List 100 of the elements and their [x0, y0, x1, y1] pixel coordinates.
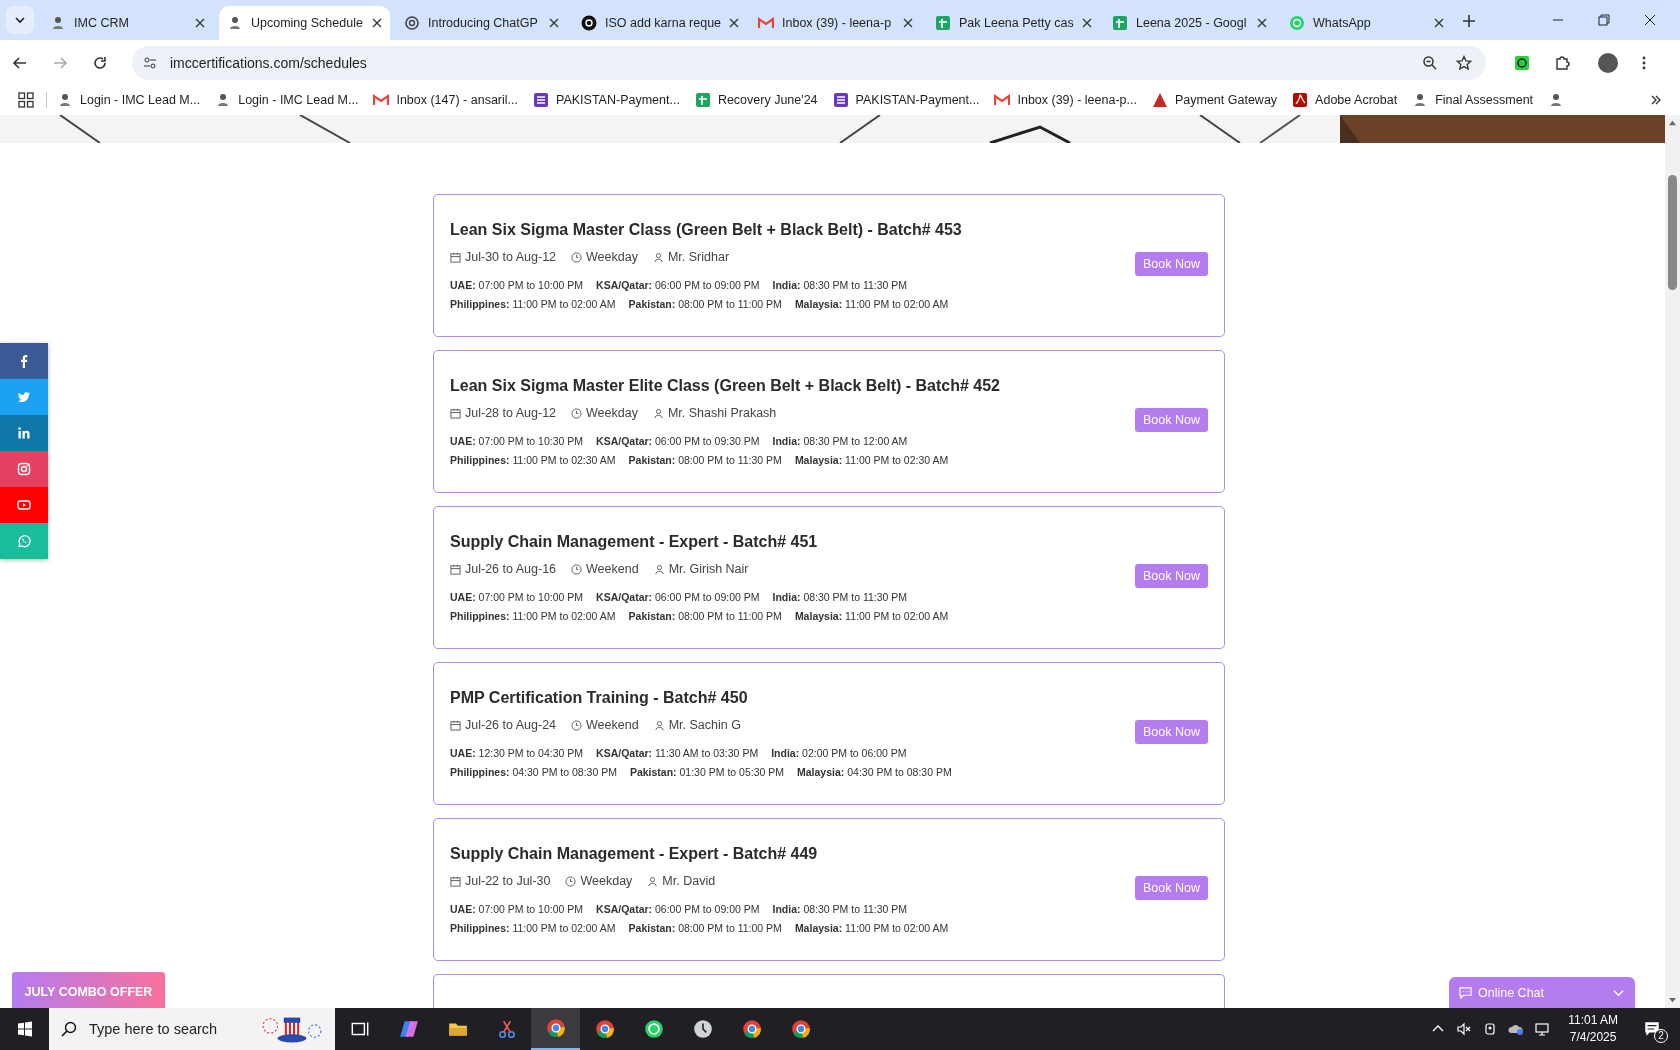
chrome-icon	[789, 1018, 812, 1040]
browser-tab[interactable]: Pak Leena Petty cas	[927, 6, 1098, 40]
close-icon[interactable]	[729, 18, 740, 28]
scrollbar[interactable]	[1665, 115, 1680, 1008]
browser-tab[interactable]: Introducing ChatGP	[396, 6, 567, 40]
scrollbar-thumb[interactable]	[1668, 175, 1677, 290]
social-button[interactable]	[0, 451, 48, 487]
timezone-time: UAE: 12:30 PM to 04:30 PM	[450, 747, 584, 759]
apps-grid-icon[interactable]	[18, 92, 34, 108]
clock-icon	[571, 251, 583, 263]
close-icon[interactable]	[1081, 18, 1092, 28]
zoom-icon[interactable]	[1422, 54, 1438, 71]
date-range: Jul-30 to Aug-12	[465, 250, 557, 264]
timezone-time: UAE: 07:00 PM to 10:00 PM	[450, 591, 584, 603]
close-icon[interactable]	[1257, 18, 1267, 28]
taskbar-search-field[interactable]: Type here to search	[49, 1008, 335, 1050]
chevron-down-icon	[14, 14, 26, 26]
bookmark[interactable]: Payment Gateway	[1151, 92, 1278, 108]
timezone-time: Philippines: 11:00 PM to 02:30 AM	[450, 454, 616, 466]
more-bookmarks-icon[interactable]	[1650, 94, 1662, 106]
browser-tab[interactable]: ISO add karna reque	[573, 6, 744, 40]
trainer-name: Mr. Shashi Prakash	[667, 406, 777, 420]
browser-tab[interactable]: Leena 2025 - Googl	[1104, 6, 1275, 40]
trainer-name: Mr. Sachin G	[668, 718, 741, 732]
browser-tab[interactable]: IMC CRM	[42, 6, 213, 40]
puzzle-icon[interactable]	[1554, 54, 1570, 71]
mascot-icon	[50, 15, 66, 31]
scroll-down-icon[interactable]	[1668, 997, 1677, 1004]
scroll-up-icon[interactable]	[1668, 119, 1677, 126]
schedule-type: Weekend	[586, 562, 639, 576]
reload-icon[interactable]	[92, 54, 108, 71]
close-icon[interactable]	[903, 18, 913, 28]
swirl-icon	[404, 15, 420, 31]
person-icon	[653, 719, 665, 731]
bookmark[interactable]: Recovery June'24	[694, 92, 818, 108]
muted-speaker-icon[interactable]	[1456, 1021, 1473, 1037]
timezone-time: India: 08:30 PM to 12:00 AM	[772, 435, 908, 447]
course-title: PMP Certification Training - Batch# 450	[450, 689, 749, 707]
timezone-time: Malaysia: 11:00 PM to 02:00 AM	[794, 922, 949, 934]
schedule-type: Weekend	[586, 718, 639, 732]
bookmark[interactable]: Adobe Acrobat	[1292, 92, 1398, 108]
close-icon[interactable]	[195, 18, 205, 28]
form-icon	[533, 92, 549, 108]
mail-icon	[373, 92, 390, 108]
calendar-icon	[450, 875, 461, 887]
browser-tab[interactable]: WhatsApp	[1281, 6, 1452, 40]
timezone-time: KSA/Qatar: 11:30 AM to 03:30 PM	[596, 747, 759, 759]
timezone-time: Pakistan: 08:00 PM to 11:00 PM	[628, 610, 782, 622]
timezone-time: KSA/Qatar: 06:00 PM to 09:00 PM	[596, 591, 760, 603]
bookmark[interactable]: PAKISTAN-Payment...	[533, 92, 680, 108]
close-icon[interactable]	[372, 18, 382, 28]
person-icon	[647, 875, 659, 887]
close-icon[interactable]	[1434, 18, 1444, 28]
timezone-time: India: 02:00 PM to 06:00 PM	[771, 747, 907, 759]
social-button[interactable]	[0, 343, 48, 379]
social-button[interactable]	[0, 379, 48, 415]
bookmark[interactable]: Login - IMC Lead M...	[57, 92, 201, 108]
chat-icon	[1289, 15, 1305, 31]
swirl-icon	[581, 15, 597, 31]
social-button[interactable]	[0, 487, 48, 523]
tab-search-button[interactable]	[6, 6, 34, 34]
network-icon[interactable]	[1534, 1021, 1551, 1037]
back-icon[interactable]	[12, 54, 28, 71]
social-button[interactable]	[0, 415, 48, 451]
restore-icon[interactable]	[1598, 14, 1610, 26]
bookmark[interactable]: Inbox (147) - ansaril...	[373, 92, 518, 108]
notification-count: 2	[1654, 1029, 1668, 1043]
spreadsheet-icon	[1112, 15, 1128, 31]
new-tab-icon[interactable]	[1462, 14, 1476, 28]
browser-tab[interactable]: Inbox (39) - leena-p	[750, 6, 921, 40]
clock-icon	[571, 719, 583, 731]
timezone-time: UAE: 07:00 PM to 10:30 PM	[450, 435, 584, 447]
timezone-time: Pakistan: 01:30 PM to 05:30 PM	[629, 766, 784, 778]
timezone-time: Philippines: 11:00 PM to 02:00 AM	[450, 298, 616, 310]
extension-icon[interactable]	[1514, 54, 1530, 71]
close-icon[interactable]	[549, 18, 559, 28]
bookmark[interactable]: Login - IMC Lead M...	[215, 92, 359, 108]
timezone-time: Malaysia: 11:00 PM to 02:00 AM	[794, 298, 949, 310]
address-bar[interactable]: imccertifications.com/schedules	[132, 45, 1486, 80]
schedule-type: Weekday	[580, 874, 633, 888]
clock-icon	[571, 563, 583, 575]
star-icon[interactable]	[1456, 54, 1472, 71]
mascot-icon	[227, 15, 243, 31]
person-icon	[653, 563, 665, 575]
clock-icon	[571, 407, 583, 419]
trainer-name: Mr. Sridhar	[667, 250, 730, 264]
timezone-time: Malaysia: 11:00 PM to 02:30 AM	[794, 454, 949, 466]
bookmark[interactable]: PAKISTAN-Payment...	[832, 92, 980, 108]
bookmark[interactable]: Final Assessment	[1412, 92, 1534, 108]
notification-button[interactable]: 2	[1634, 1015, 1670, 1043]
whatsapp-icon	[17, 534, 31, 548]
windows-start-icon[interactable]	[17, 1021, 33, 1037]
taskbar-app[interactable]	[531, 1008, 580, 1050]
linkedin-icon	[17, 426, 31, 440]
spreadsheet-icon	[694, 92, 711, 108]
browser-tab[interactable]: Upcoming Schedule	[219, 6, 390, 40]
bookmark[interactable]: Inbox (39) - leena-p...	[994, 92, 1137, 108]
profile-avatar[interactable]	[1598, 52, 1618, 73]
course-title: Supply Chain Management - Expert - Batch# 449	[450, 845, 819, 863]
close-icon[interactable]	[1644, 14, 1656, 26]
